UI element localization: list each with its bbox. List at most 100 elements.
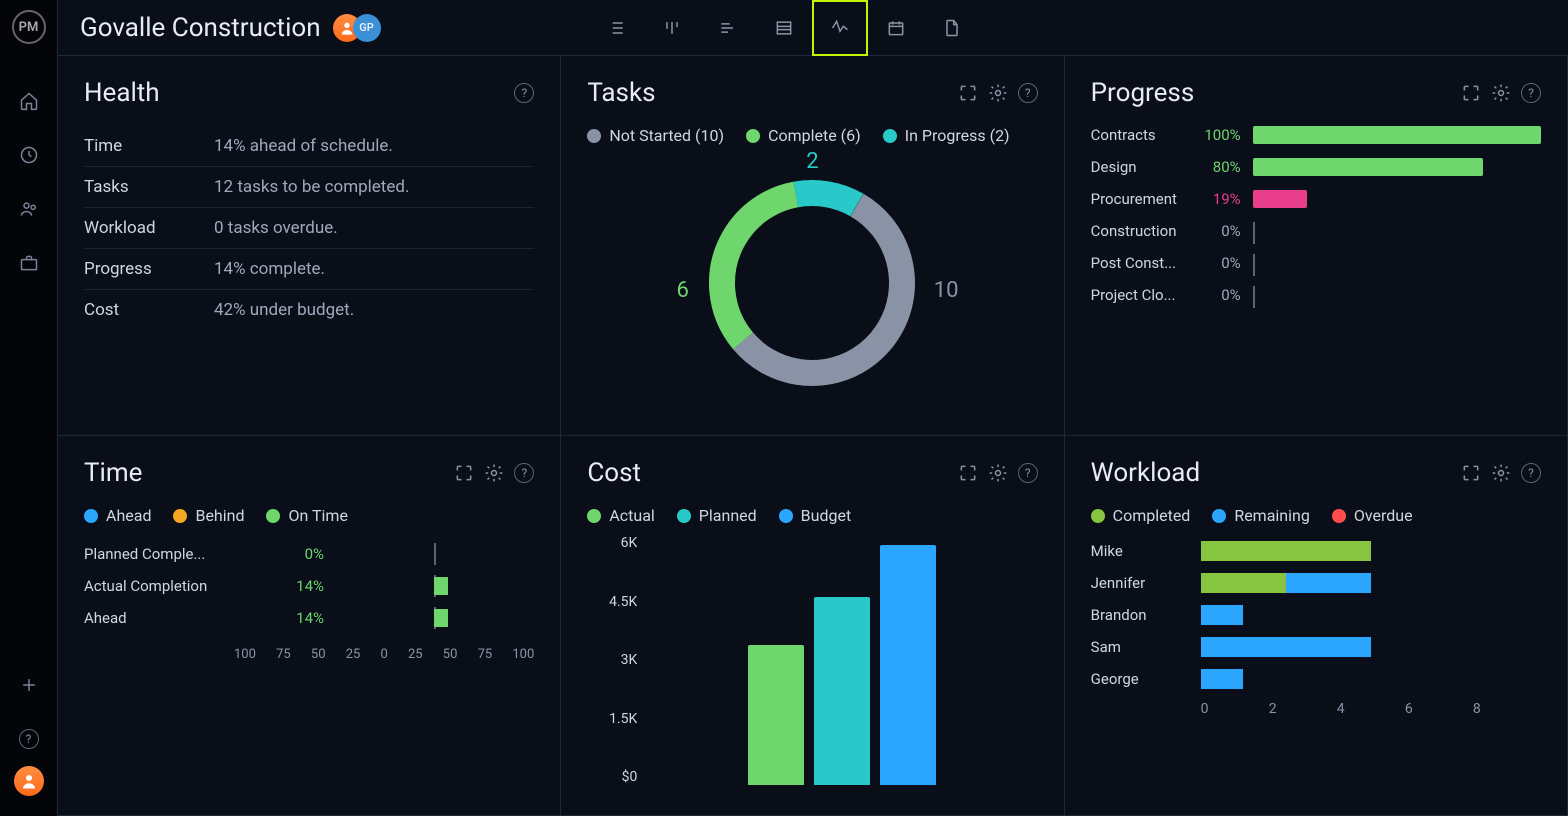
gear-icon[interactable] <box>988 83 1008 103</box>
time-percent: 14% <box>274 577 324 595</box>
legend-label: On Time <box>288 506 347 525</box>
cost-bar <box>814 597 870 785</box>
progress-percent: 80% <box>1191 158 1241 176</box>
view-list-icon[interactable] <box>588 0 644 56</box>
progress-bar <box>1253 126 1541 144</box>
axis-tick: 3K <box>621 652 638 668</box>
legend-item: In Progress (2) <box>883 126 1010 145</box>
legend-dot <box>883 129 897 143</box>
axis-tick: 25 <box>408 647 423 662</box>
time-row: Ahead 14% <box>84 609 534 627</box>
legend-dot <box>587 509 601 523</box>
legend-dot <box>173 509 187 523</box>
nav-add-icon[interactable] <box>0 658 58 712</box>
progress-percent: 0% <box>1191 286 1241 304</box>
donut-label-inprogress: 2 <box>806 149 818 174</box>
view-dashboard-icon[interactable] <box>812 0 868 56</box>
health-row: Cost 42% under budget. <box>84 290 534 330</box>
view-files-icon[interactable] <box>924 0 980 56</box>
progress-row: Post Const... 0% <box>1091 254 1541 272</box>
nav-home-icon[interactable] <box>0 74 58 128</box>
progress-row: Design 80% <box>1091 158 1541 176</box>
view-board-icon[interactable] <box>644 0 700 56</box>
view-gantt-icon[interactable] <box>700 0 756 56</box>
nav-clock-icon[interactable] <box>0 128 58 182</box>
help-icon[interactable]: ? <box>1018 83 1038 103</box>
progress-row: Project Clo... 0% <box>1091 286 1541 304</box>
axis-tick: 8 <box>1473 701 1541 717</box>
progress-label: Procurement <box>1091 190 1191 208</box>
view-sheet-icon[interactable] <box>756 0 812 56</box>
legend-item: Overdue <box>1332 506 1413 525</box>
member-avatar[interactable]: GP <box>353 14 381 42</box>
nav-team-icon[interactable] <box>0 182 58 236</box>
axis-tick: $0 <box>622 769 638 785</box>
progress-label: Post Const... <box>1091 254 1191 272</box>
user-avatar[interactable] <box>14 766 44 796</box>
axis-tick: 0 <box>380 647 387 662</box>
expand-icon[interactable] <box>958 463 978 483</box>
axis-tick: 75 <box>478 647 493 662</box>
workload-label: Jennifer <box>1091 574 1201 592</box>
panel-time: Time ? Ahead Behind On Time Planne <box>58 436 561 816</box>
tasks-donut-chart: 2 6 10 <box>682 153 942 413</box>
progress-bar <box>1253 254 1541 272</box>
legend-label: Overdue <box>1354 506 1413 525</box>
cost-bar-chart: 6K4.5K3K1.5K$0 <box>587 535 1037 785</box>
health-value: 0 tasks overdue. <box>214 218 338 238</box>
gear-icon[interactable] <box>1491 83 1511 103</box>
legend-label: Not Started (10) <box>609 126 724 145</box>
workload-bar <box>1201 637 1541 657</box>
gear-icon[interactable] <box>484 463 504 483</box>
health-value: 14% complete. <box>214 259 325 279</box>
project-members[interactable]: GP <box>341 14 381 42</box>
help-icon[interactable]: ? <box>1521 463 1541 483</box>
workload-label: Sam <box>1091 638 1201 656</box>
workload-bar <box>1201 573 1541 593</box>
workload-bar <box>1201 669 1541 689</box>
progress-row: Construction 0% <box>1091 222 1541 240</box>
help-icon[interactable]: ? <box>514 83 534 103</box>
legend-dot <box>677 509 691 523</box>
axis-tick: 6 <box>1405 701 1473 717</box>
view-calendar-icon[interactable] <box>868 0 924 56</box>
health-row: Tasks 12 tasks to be completed. <box>84 167 534 208</box>
progress-percent: 100% <box>1191 126 1241 144</box>
expand-icon[interactable] <box>454 463 474 483</box>
nav-help-icon[interactable]: ? <box>0 712 58 766</box>
progress-label: Construction <box>1091 222 1191 240</box>
legend-label: Remaining <box>1234 506 1310 525</box>
app-logo[interactable]: PM <box>12 10 46 44</box>
view-switcher <box>588 0 980 56</box>
panel-tasks: Tasks ? Not Started (10) Complete (6) In… <box>561 56 1064 436</box>
donut-label-complete: 6 <box>676 278 688 303</box>
nav-briefcase-icon[interactable] <box>0 236 58 290</box>
workload-row: Jennifer <box>1091 573 1541 593</box>
expand-icon[interactable] <box>1461 463 1481 483</box>
health-value: 42% under budget. <box>214 300 354 320</box>
legend-dot <box>587 129 601 143</box>
panel-workload: Workload ? Completed Remaining Overdue <box>1065 436 1568 816</box>
legend-label: Complete (6) <box>768 126 861 145</box>
time-bar <box>334 609 534 627</box>
panel-progress: Progress ? Contracts 100% Design 80% Pro… <box>1065 56 1568 436</box>
axis-tick: 100 <box>234 647 256 662</box>
health-label: Cost <box>84 300 214 320</box>
panel-title: Time <box>84 458 142 488</box>
workload-label: Mike <box>1091 542 1201 560</box>
help-icon[interactable]: ? <box>1521 83 1541 103</box>
help-icon[interactable]: ? <box>514 463 534 483</box>
workload-label: Brandon <box>1091 606 1201 624</box>
expand-icon[interactable] <box>958 83 978 103</box>
progress-label: Project Clo... <box>1091 286 1191 304</box>
legend-dot <box>1332 509 1346 523</box>
gear-icon[interactable] <box>1491 463 1511 483</box>
legend-label: Behind <box>195 506 244 525</box>
legend-item: Budget <box>779 506 852 525</box>
help-icon[interactable]: ? <box>1018 463 1038 483</box>
health-value: 12 tasks to be completed. <box>214 177 409 197</box>
legend-dot <box>746 129 760 143</box>
legend-dot <box>84 509 98 523</box>
gear-icon[interactable] <box>988 463 1008 483</box>
expand-icon[interactable] <box>1461 83 1481 103</box>
